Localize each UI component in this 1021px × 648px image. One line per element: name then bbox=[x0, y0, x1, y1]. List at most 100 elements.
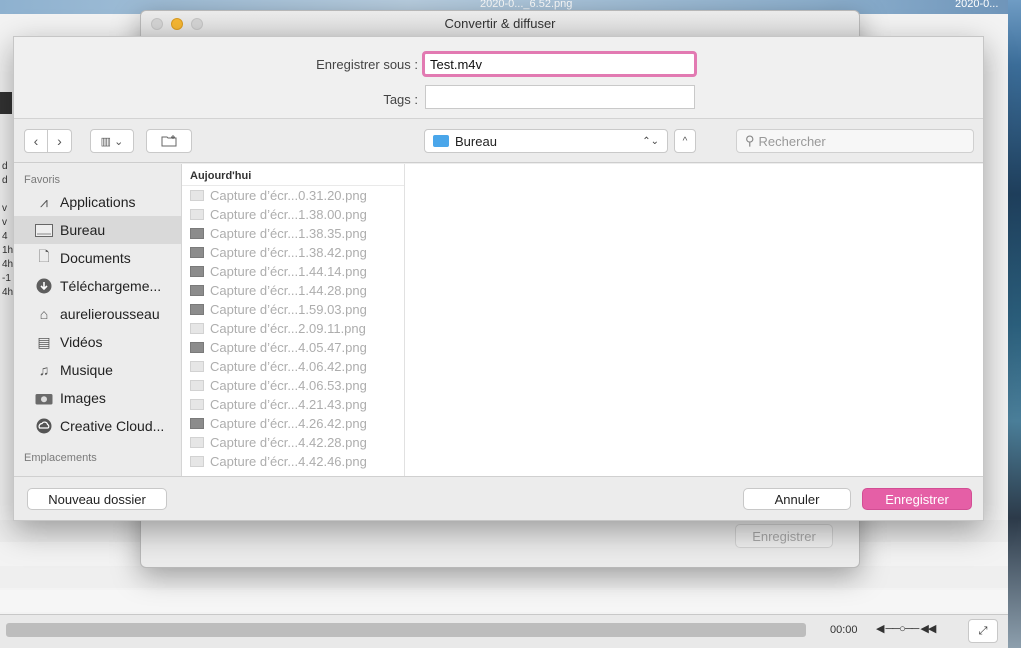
file-name: Capture d’écr...4.42.46.png bbox=[210, 454, 367, 469]
documents-icon: 🗋 bbox=[38, 248, 50, 264]
preview-area bbox=[406, 164, 983, 476]
location-label: Bureau bbox=[455, 133, 497, 149]
search-field[interactable]: ⚲ Rechercher bbox=[736, 129, 974, 153]
list-item[interactable]: Capture d’écr...4.26.42.png bbox=[182, 414, 404, 433]
new-folder-button[interactable]: Nouveau dossier bbox=[27, 488, 167, 510]
image-file-icon bbox=[190, 190, 204, 201]
bg-dark-block bbox=[0, 92, 12, 114]
sidebar-item-applications[interactable]: ⩘ Applications bbox=[14, 188, 181, 216]
image-file-icon bbox=[190, 437, 204, 448]
sidebar-item-creative-cloud[interactable]: Creative Cloud... bbox=[14, 412, 181, 440]
desktop-file-label[interactable]: 2020-0..._6.52.png bbox=[480, 0, 572, 10]
window-title: Convertir & diffuser bbox=[444, 16, 556, 31]
time-readout: 00:00 bbox=[830, 624, 858, 636]
bg-row bbox=[0, 590, 1010, 612]
search-icon: ⚲ bbox=[745, 133, 755, 148]
location-select[interactable]: Bureau ⌃⌄ bbox=[424, 129, 668, 153]
folder-icon bbox=[433, 135, 449, 147]
list-item[interactable]: Capture d’écr...4.06.53.png bbox=[182, 376, 404, 395]
volume-slider[interactable]: ◀ ──○── ◀◀ bbox=[876, 622, 936, 635]
image-file-icon bbox=[190, 209, 204, 220]
list-item[interactable]: Capture d’écr...1.38.42.png bbox=[182, 243, 404, 262]
folder-plus-icon bbox=[161, 135, 177, 147]
list-item[interactable]: Capture d’écr...1.38.35.png bbox=[182, 224, 404, 243]
image-file-icon bbox=[190, 456, 204, 467]
browser-toolbar: ‹ › ▥ ⌄ Bureau ⌃⌄ ^ ⚲ Rechercher bbox=[14, 119, 983, 163]
image-file-icon bbox=[190, 380, 204, 391]
list-item[interactable]: Capture d’écr...4.42.46.png bbox=[182, 452, 404, 471]
list-item[interactable]: Capture d’écr...4.21.43.png bbox=[182, 395, 404, 414]
list-item[interactable]: Capture d’écr...4.05.47.png bbox=[182, 338, 404, 357]
bg-letter: 1h bbox=[2, 245, 14, 256]
column-header: Aujourd'hui bbox=[182, 164, 404, 186]
sidebar-item-music[interactable]: ♫ Musique bbox=[14, 356, 181, 384]
list-item[interactable]: Capture d’écr...4.42.28.png bbox=[182, 433, 404, 452]
save-button[interactable]: Enregistrer bbox=[862, 488, 972, 510]
cancel-button[interactable]: Annuler bbox=[743, 488, 851, 510]
list-item[interactable]: Capture d’écr...0.31.20.png bbox=[182, 186, 404, 205]
sidebar-item-downloads[interactable]: Téléchargeme... bbox=[14, 272, 181, 300]
file-name: Capture d’écr...0.31.20.png bbox=[210, 188, 367, 203]
sidebar-item-images[interactable]: Images bbox=[14, 384, 181, 412]
sidebar-item-documents[interactable]: 🗋 Documents bbox=[14, 244, 181, 272]
save-dialog: Enregistrer sous : Tags : ‹ › ▥ ⌄ Bureau… bbox=[13, 36, 984, 521]
applications-icon: ⩘ bbox=[40, 193, 48, 210]
download-icon bbox=[34, 277, 54, 295]
camera-icon bbox=[34, 389, 54, 407]
image-file-icon bbox=[190, 323, 204, 334]
filename-input[interactable] bbox=[422, 51, 697, 77]
sidebar-item-home[interactable]: ⌂ aurelierousseau bbox=[14, 300, 181, 328]
convert-save-button[interactable]: Enregistrer bbox=[735, 524, 833, 548]
sidebar-item-bureau[interactable]: Bureau bbox=[14, 216, 181, 244]
columns-view-icon: ▥ ⌄ bbox=[100, 135, 124, 148]
chevron-left-icon: ‹ bbox=[33, 133, 39, 149]
file-name: Capture d’écr...2.09.11.png bbox=[210, 321, 366, 336]
sidebar-item-label: Applications bbox=[60, 194, 136, 210]
desktop-file-label[interactable]: 2020-0... bbox=[955, 0, 998, 10]
bg-letter: d bbox=[2, 161, 8, 172]
bg-side-text: d d v v 4 1h 4h -1 4h bbox=[2, 160, 13, 300]
file-name: Capture d’écr...1.44.14.png bbox=[210, 264, 367, 279]
progress-bar[interactable] bbox=[6, 623, 806, 637]
desktop-icon bbox=[34, 221, 54, 239]
sidebar-item-label: Creative Cloud... bbox=[60, 418, 165, 434]
list-item[interactable]: Capture d’écr...1.44.14.png bbox=[182, 262, 404, 281]
music-icon: ♫ bbox=[38, 362, 50, 378]
tags-input[interactable] bbox=[425, 85, 695, 109]
tags-label: Tags : bbox=[383, 92, 418, 107]
bg-letter: v bbox=[2, 203, 7, 214]
forward-button[interactable]: › bbox=[48, 129, 72, 153]
film-icon: ▤ bbox=[37, 333, 51, 350]
bg-letter: -1 bbox=[2, 273, 11, 284]
image-file-icon bbox=[190, 285, 204, 296]
file-name: Capture d’écr...4.06.42.png bbox=[210, 359, 367, 374]
image-file-icon bbox=[190, 361, 204, 372]
list-item[interactable]: Capture d’écr...4.06.42.png bbox=[182, 357, 404, 376]
file-name: Capture d’écr...1.38.00.png bbox=[210, 207, 367, 222]
collapse-button[interactable]: ^ bbox=[674, 129, 696, 153]
list-item[interactable]: Capture d’écr...2.09.11.png bbox=[182, 319, 404, 338]
file-browser: Favoris ⩘ Applications Bureau 🗋 Document… bbox=[14, 164, 983, 476]
home-icon: ⌂ bbox=[39, 306, 49, 322]
bg-letter: v bbox=[2, 217, 7, 228]
view-mode-button[interactable]: ▥ ⌄ bbox=[90, 129, 134, 153]
list-item[interactable]: Capture d’écr...1.38.00.png bbox=[182, 205, 404, 224]
bg-letter: 4 bbox=[2, 231, 8, 242]
fullscreen-icon[interactable]: ⤢ bbox=[968, 619, 998, 643]
bg-letter: 4h bbox=[2, 287, 14, 298]
new-folder-icon-button[interactable] bbox=[146, 129, 192, 153]
back-button[interactable]: ‹ bbox=[24, 129, 48, 153]
sidebar-item-label: Téléchargeme... bbox=[60, 278, 162, 294]
file-name: Capture d’écr...4.05.47.png bbox=[210, 340, 367, 355]
sidebar: Favoris ⩘ Applications Bureau 🗋 Document… bbox=[14, 164, 182, 476]
list-item[interactable]: Capture d’écr...1.44.28.png bbox=[182, 281, 404, 300]
filename-area: Enregistrer sous : Tags : bbox=[14, 37, 983, 119]
bg-row bbox=[0, 566, 1010, 588]
image-file-icon bbox=[190, 418, 204, 429]
places-heading: Emplacements bbox=[24, 452, 97, 464]
image-file-icon bbox=[190, 247, 204, 258]
file-name: Capture d’écr...4.42.28.png bbox=[210, 435, 367, 450]
file-name: Capture d’écr...1.59.03.png bbox=[210, 302, 367, 317]
list-item[interactable]: Capture d’écr...1.59.03.png bbox=[182, 300, 404, 319]
sidebar-item-videos[interactable]: ▤ Vidéos bbox=[14, 328, 181, 356]
